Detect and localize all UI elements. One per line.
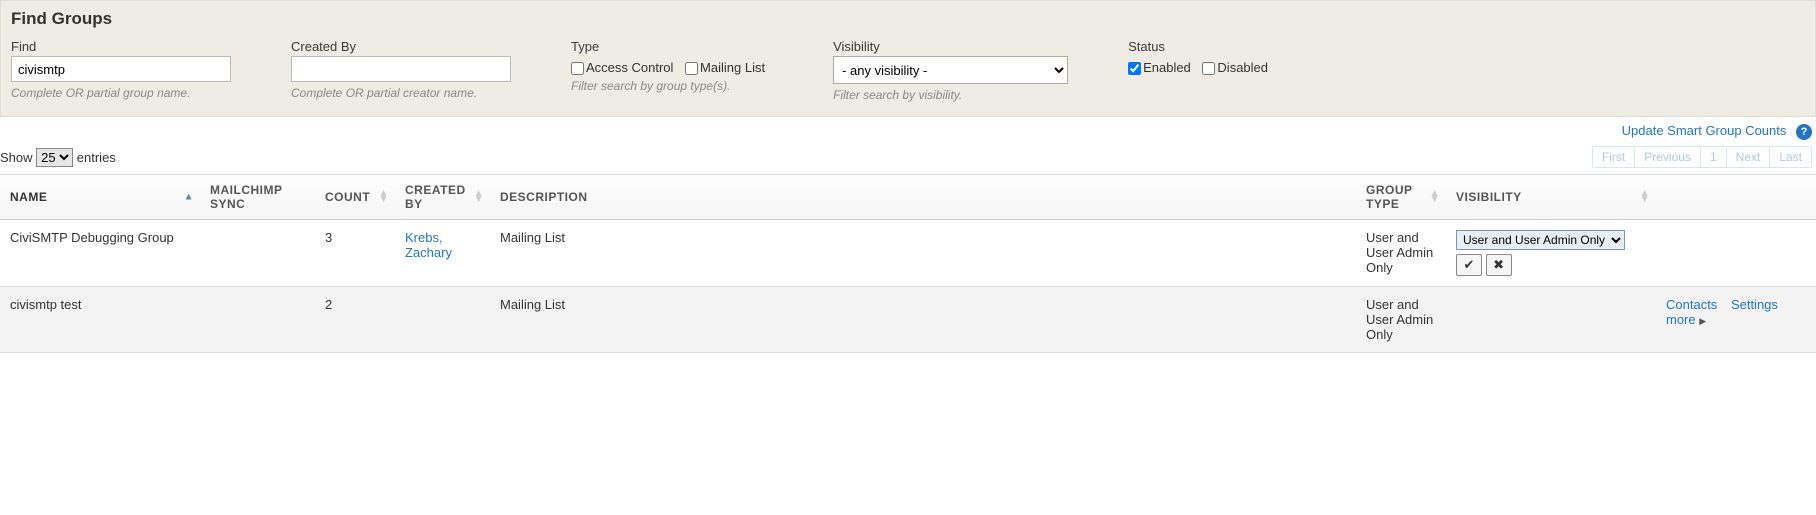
cell-visibility: User and User Admin Only ✔ ✖ — [1446, 220, 1656, 287]
entries-select[interactable]: 25 — [36, 148, 73, 167]
access-control-checkbox[interactable] — [571, 62, 584, 75]
table-row: civismtp test 2 Mailing List User and Us… — [0, 287, 1816, 353]
col-mailchimp[interactable]: MAILCHIMP SYNC — [200, 175, 315, 220]
find-hint: Complete OR partial group name. — [11, 86, 231, 100]
table-row: CiviSMTP Debugging Group 3 Krebs, Zachar… — [0, 220, 1816, 287]
createdby-field-group: Created By Complete OR partial creator n… — [291, 39, 511, 102]
filter-row: Find Complete OR partial group name. Cre… — [11, 39, 1805, 102]
col-name[interactable]: NAME▲ — [0, 175, 200, 220]
pager-previous[interactable]: Previous — [1634, 147, 1700, 167]
type-field-group: Type Access Control Mailing List Filter … — [571, 39, 773, 102]
cell-visibility — [1446, 287, 1656, 353]
update-smart-group-link[interactable]: Update Smart Group Counts — [1622, 123, 1787, 138]
type-hint: Filter search by group type(s). — [571, 79, 773, 93]
createdby-label: Created By — [291, 39, 511, 54]
disabled-checkbox[interactable] — [1202, 62, 1215, 75]
caret-right-icon: ▶ — [1699, 316, 1706, 326]
col-createdby[interactable]: CREATED BY▲▼ — [395, 175, 490, 220]
cell-actions — [1656, 220, 1816, 287]
col-count[interactable]: COUNT▲▼ — [315, 175, 395, 220]
cell-count: 3 — [315, 220, 395, 287]
status-label: Status — [1128, 39, 1276, 54]
status-field-group: Status Enabled Disabled — [1128, 39, 1276, 102]
pager: First Previous 1 Next Last — [1592, 146, 1812, 168]
enabled-checkbox[interactable] — [1128, 62, 1141, 75]
under-bar: Update Smart Group Counts ? — [0, 117, 1816, 144]
confirm-button[interactable]: ✔ — [1456, 254, 1482, 276]
createdby-input[interactable] — [291, 56, 511, 82]
visibility-hint: Filter search by visibility. — [833, 88, 1068, 102]
panel-title: Find Groups — [11, 9, 1805, 29]
pager-first[interactable]: First — [1593, 147, 1634, 167]
col-visibility[interactable]: VISIBILITY▲▼ — [1446, 175, 1656, 220]
pager-last[interactable]: Last — [1769, 147, 1811, 167]
find-field-group: Find Complete OR partial group name. — [11, 39, 231, 102]
datatable-header: Show 25 entries First Previous 1 Next La… — [0, 144, 1816, 174]
visibility-select[interactable]: - any visibility - — [833, 56, 1068, 84]
cell-mailchimp — [200, 220, 315, 287]
cell-name: civismtp test — [0, 287, 200, 353]
type-label: Type — [571, 39, 773, 54]
sort-icon: ▲▼ — [474, 191, 484, 203]
createdby-hint: Complete OR partial creator name. — [291, 86, 511, 100]
cell-grouptype: User and User Admin Only — [1356, 220, 1446, 287]
find-label: Find — [11, 39, 231, 54]
mailing-list-option[interactable]: Mailing List — [685, 60, 765, 75]
pager-next[interactable]: Next — [1726, 147, 1770, 167]
col-grouptype[interactable]: GROUP TYPE▲▼ — [1356, 175, 1446, 220]
col-actions — [1656, 175, 1816, 220]
sort-icon: ▲▼ — [1430, 191, 1440, 203]
sort-icon: ▲▼ — [379, 191, 389, 203]
cell-description: Mailing List — [490, 220, 1356, 287]
cell-mailchimp — [200, 287, 315, 353]
visibility-field-group: Visibility - any visibility - Filter sea… — [833, 39, 1068, 102]
mailing-list-checkbox[interactable] — [685, 62, 698, 75]
find-groups-panel: Find Groups Find Complete OR partial gro… — [0, 0, 1816, 117]
visibility-inline-edit: User and User Admin Only ✔ ✖ — [1456, 230, 1646, 276]
creator-link[interactable]: Krebs, Zachary — [405, 230, 452, 260]
cell-createdby — [395, 287, 490, 353]
groups-table: NAME▲ MAILCHIMP SYNC COUNT▲▼ CREATED BY▲… — [0, 174, 1816, 353]
help-icon[interactable]: ? — [1796, 124, 1812, 140]
access-control-option[interactable]: Access Control — [571, 60, 673, 75]
sort-icon: ▲▼ — [1640, 191, 1650, 203]
cancel-button[interactable]: ✖ — [1486, 254, 1512, 276]
visibility-edit-select[interactable]: User and User Admin Only — [1456, 230, 1625, 250]
pager-page[interactable]: 1 — [1700, 147, 1726, 167]
cell-name: CiviSMTP Debugging Group — [0, 220, 200, 287]
contacts-link[interactable]: Contacts — [1666, 297, 1717, 312]
cell-grouptype: User and User Admin Only — [1356, 287, 1446, 353]
enabled-option[interactable]: Enabled — [1128, 60, 1191, 75]
find-input[interactable] — [11, 56, 231, 82]
visibility-label: Visibility — [833, 39, 1068, 54]
disabled-option[interactable]: Disabled — [1202, 60, 1268, 75]
cell-createdby: Krebs, Zachary — [395, 220, 490, 287]
cell-count: 2 — [315, 287, 395, 353]
length-control: Show 25 entries — [0, 148, 116, 167]
sort-asc-icon: ▲ — [184, 192, 194, 203]
col-description[interactable]: DESCRIPTION — [490, 175, 1356, 220]
settings-link[interactable]: Settings — [1731, 297, 1778, 312]
cell-description: Mailing List — [490, 287, 1356, 353]
cell-actions: Contacts Settings more ▶ — [1656, 287, 1816, 353]
more-link[interactable]: more ▶ — [1666, 312, 1706, 327]
